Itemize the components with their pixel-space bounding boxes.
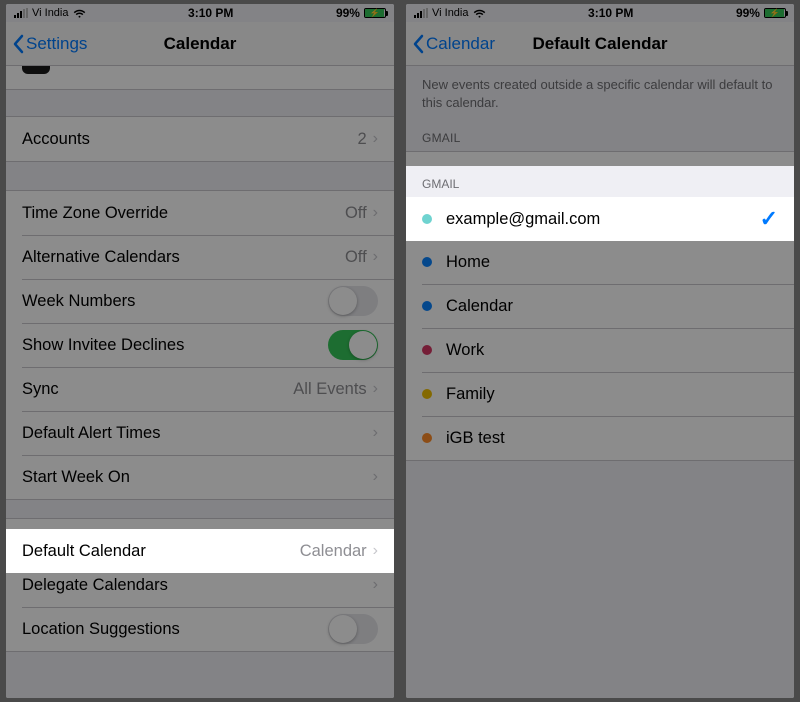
section-header-gmail-highlight: GMAIL — [406, 166, 794, 197]
calendar-option[interactable]: Work — [406, 328, 794, 372]
cell-label: Alternative Calendars — [22, 248, 180, 267]
cell-default-alert-times[interactable]: Default Alert Times › — [6, 411, 394, 455]
cell-label: Default Alert Times — [22, 424, 160, 443]
cell-label: Sync — [22, 380, 59, 399]
cell-label: iGB test — [446, 429, 505, 448]
battery-icon: ⚡ — [364, 8, 386, 18]
chevron-right-icon: › — [373, 380, 378, 398]
app-icon — [22, 66, 50, 74]
screen-calendar-settings: Vi India 3:10 PM 99% ⚡ Settings Calendar… — [6, 4, 394, 698]
switch-week-numbers[interactable] — [328, 286, 378, 316]
back-button[interactable]: Settings — [12, 22, 87, 65]
back-label: Settings — [26, 34, 87, 54]
chevron-right-icon: › — [373, 248, 378, 266]
chevron-right-icon: › — [373, 468, 378, 486]
wifi-icon — [73, 8, 86, 18]
cell-label: Default Calendar — [22, 542, 146, 561]
switch-location-suggestions[interactable] — [328, 614, 378, 644]
screen-default-calendar: Vi India 3:10 PM 99% ⚡ Calendar Default … — [406, 4, 794, 698]
chevron-right-icon: › — [373, 424, 378, 442]
chevron-left-icon — [412, 34, 424, 54]
cell-start-week-on[interactable]: Start Week On › — [6, 455, 394, 499]
cell-sync[interactable]: Sync All Events › — [6, 367, 394, 411]
status-bar: Vi India 3:10 PM 99% ⚡ — [6, 4, 394, 22]
cell-label: Start Week On — [22, 468, 130, 487]
chevron-right-icon: › — [373, 542, 378, 560]
calendar-option[interactable]: Home — [406, 240, 794, 284]
section-header-label: GMAIL — [422, 177, 459, 197]
cell-alternative-calendars[interactable]: Alternative Calendars Off › — [6, 235, 394, 279]
status-bar: Vi India 3:10 PM 99% ⚡ — [406, 4, 794, 22]
cell-location-suggestions: Location Suggestions — [6, 607, 394, 651]
cell-detail: Calendar — [300, 542, 367, 561]
cell-label: Calendar — [446, 297, 513, 316]
cell-label: example@gmail.com — [446, 210, 600, 229]
cell-label: Week Numbers — [22, 292, 135, 311]
cell-label: Accounts — [22, 130, 90, 149]
calendar-option-gmail-highlight[interactable]: example@gmail.com ✓ — [406, 197, 794, 241]
switch-invitee-declines[interactable] — [328, 330, 378, 360]
nav-title: Default Calendar — [532, 34, 667, 54]
cell-default-calendar-highlight[interactable]: Default Calendar Calendar › — [6, 529, 394, 573]
signal-icon — [14, 8, 28, 18]
cell-detail: Off — [345, 204, 367, 223]
calendar-color-dot — [422, 301, 432, 311]
back-label: Calendar — [426, 34, 495, 54]
calendar-color-dot — [422, 214, 432, 224]
section-header-gmail: GMAIL — [406, 121, 794, 151]
battery-icon: ⚡ — [764, 8, 786, 18]
cell-label: Work — [446, 341, 484, 360]
cell-label: Delegate Calendars — [22, 576, 168, 595]
carrier-label: Vi India — [32, 7, 69, 19]
cell-detail: All Events — [293, 380, 366, 399]
carrier-label: Vi India — [432, 7, 469, 19]
cell-label: Time Zone Override — [22, 204, 168, 223]
cell-invitee-declines: Show Invitee Declines — [6, 323, 394, 367]
chevron-right-icon: › — [373, 130, 378, 148]
calendar-color-dot — [422, 257, 432, 267]
cell-accounts[interactable]: Accounts 2 › — [6, 117, 394, 161]
status-time: 3:10 PM — [188, 6, 233, 20]
cell-time-zone-override[interactable]: Time Zone Override Off › — [6, 191, 394, 235]
nav-title: Calendar — [164, 34, 237, 54]
checkmark-icon: ✓ — [760, 206, 778, 232]
calendar-option[interactable]: iGB test — [406, 416, 794, 460]
list-item[interactable] — [6, 66, 394, 90]
calendar-color-dot — [422, 433, 432, 443]
calendar-color-dot — [422, 389, 432, 399]
calendar-option[interactable]: Family — [406, 372, 794, 416]
section-description: New events created outside a specific ca… — [406, 66, 794, 121]
calendar-color-dot — [422, 345, 432, 355]
chevron-left-icon — [12, 34, 24, 54]
calendar-option[interactable]: Calendar — [406, 284, 794, 328]
chevron-right-icon: › — [373, 204, 378, 222]
cell-week-numbers: Week Numbers — [6, 279, 394, 323]
cell-detail: Off — [345, 248, 367, 267]
wifi-icon — [473, 8, 486, 18]
back-button[interactable]: Calendar — [412, 22, 495, 65]
cell-label: Home — [446, 253, 490, 272]
battery-percent: 99% — [336, 6, 360, 20]
cell-label: Location Suggestions — [22, 620, 180, 639]
cell-detail: 2 — [357, 130, 366, 149]
chevron-right-icon: › — [373, 576, 378, 594]
cell-label: Family — [446, 385, 495, 404]
status-time: 3:10 PM — [588, 6, 633, 20]
signal-icon — [414, 8, 428, 18]
nav-bar: Settings Calendar — [6, 22, 394, 66]
battery-percent: 99% — [736, 6, 760, 20]
cell-label: Show Invitee Declines — [22, 336, 184, 355]
nav-bar: Calendar Default Calendar — [406, 22, 794, 66]
